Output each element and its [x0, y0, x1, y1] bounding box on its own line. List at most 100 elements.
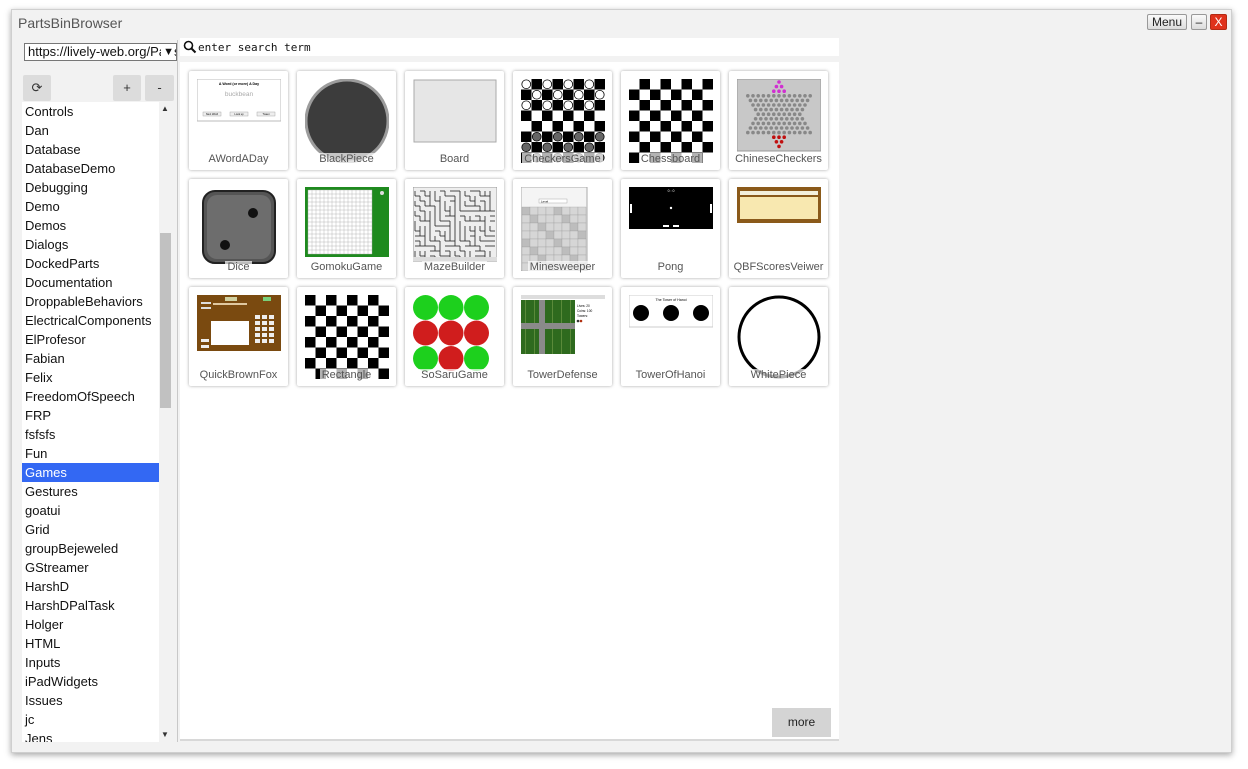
category-item[interactable]: Gestures	[22, 482, 159, 501]
category-item[interactable]: HTML	[22, 634, 159, 653]
close-button[interactable]: X	[1210, 14, 1227, 30]
part-tile[interactable]: 0 : 0 Pong	[621, 179, 720, 278]
part-tile[interactable]: Dice	[189, 179, 288, 278]
scroll-down-arrow-icon[interactable]: ▼	[161, 730, 169, 739]
category-item[interactable]: Grid	[22, 520, 159, 539]
part-name: WhitePiece	[748, 369, 809, 381]
part-thumbnail	[521, 79, 605, 163]
part-tile[interactable]: QBFScoresVeiwer	[729, 179, 828, 278]
refresh-button[interactable]: ⟳	[23, 75, 51, 101]
pane-divider[interactable]	[177, 40, 178, 742]
part-label: TowerOfHanoi	[621, 369, 720, 381]
category-item[interactable]: DroppableBehaviors	[22, 292, 159, 311]
part-tile[interactable]: WhitePiece	[729, 287, 828, 386]
more-button[interactable]: more	[772, 708, 831, 737]
category-item[interactable]: Debugging	[22, 178, 159, 197]
parts-bin-url-select[interactable]: https://lively-web.org/PartsBin/ ▼	[24, 43, 177, 61]
category-item[interactable]: Dialogs	[22, 235, 159, 254]
part-tile[interactable]: QuickBrownFox	[189, 287, 288, 386]
part-tile[interactable]: Chessboard	[621, 71, 720, 170]
part-name: Rectangle	[319, 369, 374, 381]
category-item[interactable]: Fun	[22, 444, 159, 463]
category-item[interactable]: Fabian	[22, 349, 159, 368]
category-item[interactable]: Documentation	[22, 273, 159, 292]
part-name: QBFScoresVeiwer	[731, 261, 826, 273]
part-thumbnail: The Tower of Hanoi	[629, 295, 713, 379]
pong-score: 0 : 0	[668, 189, 675, 193]
part-tile[interactable]: A Word (or more) A Day buckbean Next Wor…	[189, 71, 288, 170]
category-item[interactable]: Demos	[22, 216, 159, 235]
minimize-button[interactable]: –	[1191, 14, 1207, 30]
part-thumbnail	[737, 187, 821, 271]
category-item[interactable]: HarshD	[22, 577, 159, 596]
category-item[interactable]: Games	[22, 463, 159, 482]
part-thumbnail: A Word (or more) A Day buckbean Next Wor…	[197, 79, 281, 163]
search-icon	[183, 40, 197, 54]
category-item[interactable]: iPadWidgets	[22, 672, 159, 691]
part-name: Pong	[655, 261, 686, 273]
part-tile[interactable]: BlackPiece	[297, 71, 396, 170]
category-item[interactable]: Demo	[22, 197, 159, 216]
category-item[interactable]: Jens	[22, 729, 159, 742]
category-item[interactable]: Controls	[22, 102, 159, 121]
tower-stat: Coins: 100	[577, 309, 592, 313]
part-thumbnail	[197, 295, 281, 379]
part-tile[interactable]: Board	[405, 71, 504, 170]
part-name: QuickBrownFox	[197, 369, 280, 381]
category-scrollbar[interactable]: ▲ ▼	[159, 102, 173, 742]
category-item[interactable]: Inputs	[22, 653, 159, 672]
part-name: SoSaruGame	[419, 369, 490, 381]
menu-button[interactable]: Menu	[1147, 14, 1187, 30]
category-item[interactable]: GStreamer	[22, 558, 159, 577]
category-item[interactable]: ElProfesor	[22, 330, 159, 349]
category-list[interactable]: Controls Dan Database DatabaseDemo Debugging…	[22, 102, 159, 742]
part-label: Minesweeper	[513, 261, 612, 273]
category-item[interactable]: Holger	[22, 615, 159, 634]
category-item[interactable]: Database	[22, 140, 159, 159]
part-thumbnail	[305, 295, 389, 379]
category-item[interactable]: Felix	[22, 368, 159, 387]
category-item[interactable]: goatui	[22, 501, 159, 520]
search-input[interactable]	[198, 38, 828, 56]
category-item[interactable]: Dan	[22, 121, 159, 140]
category-item[interactable]: ElectricalComponents	[22, 311, 159, 330]
parts-grid: more A Word (or more) A Day buckbean Nex…	[180, 62, 839, 741]
scrollbar-thumb[interactable]	[160, 233, 171, 408]
category-item[interactable]: DatabaseDemo	[22, 159, 159, 178]
part-tile[interactable]: GomokuGame	[297, 179, 396, 278]
part-name: Board	[437, 153, 472, 165]
part-tile[interactable]: CheckersGame	[513, 71, 612, 170]
part-name: Minesweeper	[527, 261, 598, 273]
part-label: MazeBuilder	[405, 261, 504, 273]
category-item[interactable]: groupBejeweled	[22, 539, 159, 558]
remove-category-button[interactable]: -	[145, 75, 174, 101]
part-thumbnail	[737, 295, 821, 379]
part-tile[interactable]: ChineseCheckers	[729, 71, 828, 170]
category-item[interactable]: Issues	[22, 691, 159, 710]
part-thumbnail: Lives: 20 Coins: 100 Towers:	[521, 295, 605, 379]
scroll-up-arrow-icon[interactable]: ▲	[161, 104, 169, 113]
category-item[interactable]: DockedParts	[22, 254, 159, 273]
category-item[interactable]: fsfsfs	[22, 425, 159, 444]
part-tile[interactable]: MazeBuilder	[405, 179, 504, 278]
category-item[interactable]: FRP	[22, 406, 159, 425]
category-item[interactable]: HarshDPalTask	[22, 596, 159, 615]
part-thumbnail	[629, 79, 713, 163]
part-tile[interactable]: Lives: 20 Coins: 100 Towers: TowerDefens…	[513, 287, 612, 386]
part-label: ChineseCheckers	[729, 153, 828, 165]
add-category-button[interactable]: +	[113, 75, 141, 101]
dropdown-arrow-icon: ▼	[161, 44, 174, 60]
category-item[interactable]: jc	[22, 710, 159, 729]
part-tile[interactable]: Rectangle	[297, 287, 396, 386]
part-tile[interactable]: Level Minesweeper	[513, 179, 612, 278]
part-label: Chessboard	[621, 153, 720, 165]
part-thumbnail	[305, 79, 389, 163]
part-name: GomokuGame	[308, 261, 385, 273]
part-thumbnail	[197, 187, 281, 271]
category-item[interactable]: FreedomOfSpeech	[22, 387, 159, 406]
part-tile[interactable]: SoSaruGame	[405, 287, 504, 386]
part-name: BlackPiece	[317, 153, 376, 165]
part-tile[interactable]: The Tower of Hanoi TowerOfHanoi	[621, 287, 720, 386]
minesweeper-level-label: Level	[541, 199, 549, 203]
window-title: PartsBinBrowser	[18, 15, 123, 31]
